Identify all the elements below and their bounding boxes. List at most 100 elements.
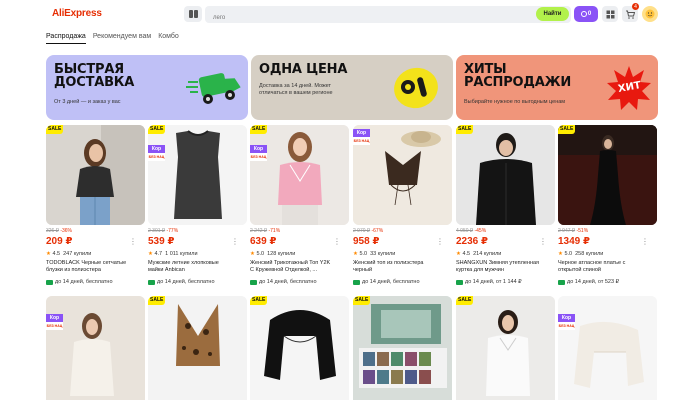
orders-button[interactable] — [602, 6, 618, 22]
delivery-info: до 14 дней, от 1 144 ₽ — [456, 279, 522, 285]
more-options-icon[interactable]: ⋮ — [436, 237, 444, 246]
tab-recommended[interactable]: Рекомендуем вам — [93, 33, 151, 44]
banner-subtitle: Доставка за 14 дней. Может отличаться в в… — [259, 83, 333, 96]
product-title[interactable]: Мужские летние хлопковые майки Anbican — [148, 260, 240, 274]
orders-icon — [606, 10, 614, 18]
banner-title: ОДНА ЦЕНА — [259, 62, 348, 77]
koi-sub-badge: БЕЗ НАЦ — [148, 153, 165, 161]
star-icon: ★ — [148, 251, 153, 257]
category-tabs: Распродажа Рекомендуем вам Комбо — [46, 33, 179, 44]
rating: ★ 4.5 214 купили — [456, 251, 502, 257]
product-image[interactable]: SALE — [353, 296, 452, 400]
coins-count: 0 — [587, 11, 592, 17]
delivery-info: до 14 дней, от 523 ₽ — [558, 279, 619, 285]
koi-badge: Кор — [558, 314, 575, 322]
product-title[interactable]: Женский топ из полиэстера черный — [353, 260, 445, 274]
rating: ★ 4.7 1 011 купили — [148, 251, 198, 257]
coins-button[interactable]: 0 — [574, 6, 598, 22]
price: 1349 ₽ — [558, 236, 590, 247]
product-image[interactable]: Кор БЕЗ НАЦ — [353, 125, 452, 225]
product-photo — [250, 296, 349, 400]
koi-badge: Кор — [353, 129, 370, 137]
catalog-icon — [188, 10, 198, 18]
product-photo — [250, 125, 349, 225]
banner-sale-hits[interactable]: ХИТЫ РАСПРОДАЖИ Выбирайте нужное по выгод… — [456, 55, 658, 120]
old-price: 2 970 ₽ -67% — [353, 228, 384, 234]
product-title[interactable]: Женский Трикотажный Топ Y2K С Кружевной О… — [250, 260, 342, 274]
product-title[interactable]: Черное атласное платье с открытой спиной — [558, 260, 650, 274]
product-image[interactable]: Кор БЕЗ НАЦ — [558, 296, 657, 400]
old-price: 2 301 ₽ -77% — [148, 228, 179, 234]
sale-badge: SALE — [250, 296, 268, 305]
product-photo — [456, 296, 555, 400]
truck-icon — [186, 73, 241, 104]
product-photo — [456, 125, 555, 225]
sale-badge: SALE — [250, 125, 268, 134]
sale-badge: SALE — [148, 296, 166, 305]
koi-sub-badge: БЕЗ НАЦ — [250, 153, 267, 161]
product-image[interactable]: SALE — [456, 125, 555, 225]
old-price: 2 242 ₽ -71% — [250, 228, 281, 234]
delivery-truck-icon — [558, 279, 565, 285]
product-title[interactable]: TODOBLACK Черные сетчатые блузки из полиэ… — [46, 260, 138, 274]
delivery-info: до 14 дней, бесплатно — [46, 279, 113, 285]
search-input[interactable] — [205, 9, 505, 27]
tab-sale[interactable]: Распродажа — [46, 33, 86, 44]
product-photo — [353, 296, 452, 400]
old-price: 4 050 ₽ -45% — [456, 228, 487, 234]
old-price: 326 ₽ -36% — [46, 228, 72, 234]
banner-one-price[interactable]: ОДНА ЦЕНА Доставка за 14 дней. Может отли… — [251, 55, 453, 120]
product-photo — [148, 296, 247, 400]
product-image[interactable]: SALE Кор БЕЗ НАЦ — [148, 125, 247, 225]
product-image[interactable]: SALE Кор БЕЗ НАЦ — [250, 125, 349, 225]
catalog-button[interactable] — [184, 6, 202, 22]
product-image[interactable]: SALE — [456, 296, 555, 400]
product-photo — [148, 125, 247, 225]
delivery-truck-icon — [353, 279, 360, 285]
koi-sub-badge: БЕЗ НАЦ — [558, 322, 575, 330]
cart-count-badge: 4 — [632, 3, 639, 10]
banner-subtitle: От 3 дней — и заказ у вас — [54, 99, 121, 105]
product-image[interactable]: SALE — [46, 125, 145, 225]
price: 958 ₽ — [353, 236, 380, 247]
search-button[interactable]: Найти — [536, 7, 569, 21]
sale-badge: SALE — [148, 125, 166, 134]
delivery-truck-icon — [456, 279, 463, 285]
product-image[interactable]: Кор БЕЗ НАЦ — [46, 296, 145, 400]
avatar[interactable] — [642, 6, 658, 22]
product-image[interactable]: SALE — [148, 296, 247, 400]
rating: ★ 5.0 258 купили — [558, 251, 604, 257]
product-image[interactable]: SALE — [250, 296, 349, 400]
star-icon: ★ — [456, 251, 461, 257]
price: 209 ₽ — [46, 236, 73, 247]
price: 639 ₽ — [250, 236, 277, 247]
search-bar — [205, 6, 571, 27]
star-icon: ★ — [250, 251, 255, 257]
more-options-icon[interactable]: ⋮ — [231, 237, 239, 246]
more-options-icon[interactable]: ⋮ — [641, 237, 649, 246]
product-image[interactable]: SALE — [558, 125, 657, 225]
delivery-info: до 14 дней, бесплатно — [353, 279, 420, 285]
more-options-icon[interactable]: ⋮ — [129, 237, 137, 246]
more-options-icon[interactable]: ⋮ — [333, 237, 341, 246]
tab-combo[interactable]: Комбо — [158, 33, 179, 44]
banner-title: ХИТЫ РАСПРОДАЖИ — [464, 62, 572, 90]
cart-icon — [626, 10, 635, 19]
delivery-truck-icon — [148, 279, 155, 285]
star-icon: ★ — [558, 251, 563, 257]
banner-fast-delivery[interactable]: БЫСТРАЯ ДОСТАВКА От 3 дней — и заказ у ва… — [46, 55, 248, 120]
more-options-icon[interactable]: ⋮ — [539, 237, 547, 246]
price-tag-icon — [394, 67, 438, 109]
product-photo — [46, 125, 145, 225]
aliexpress-logo[interactable]: AliExpress — [52, 8, 102, 19]
rating: ★ 5.0 128 купили — [250, 251, 296, 257]
sale-badge: SALE — [353, 296, 371, 305]
banner-subtitle: Выбирайте нужное по выгодным ценам — [464, 99, 566, 105]
product-title[interactable]: SHANGXUN Зимняя утепленная куртка для муж… — [456, 260, 548, 274]
product-photo — [558, 296, 657, 400]
sale-badge: SALE — [456, 125, 474, 134]
banner-title: БЫСТРАЯ ДОСТАВКА — [54, 62, 135, 90]
star-icon: ★ — [46, 251, 51, 257]
old-price: 2 947 ₽ -51% — [558, 228, 589, 234]
rating: ★ 4.5 247 купили — [46, 251, 92, 257]
